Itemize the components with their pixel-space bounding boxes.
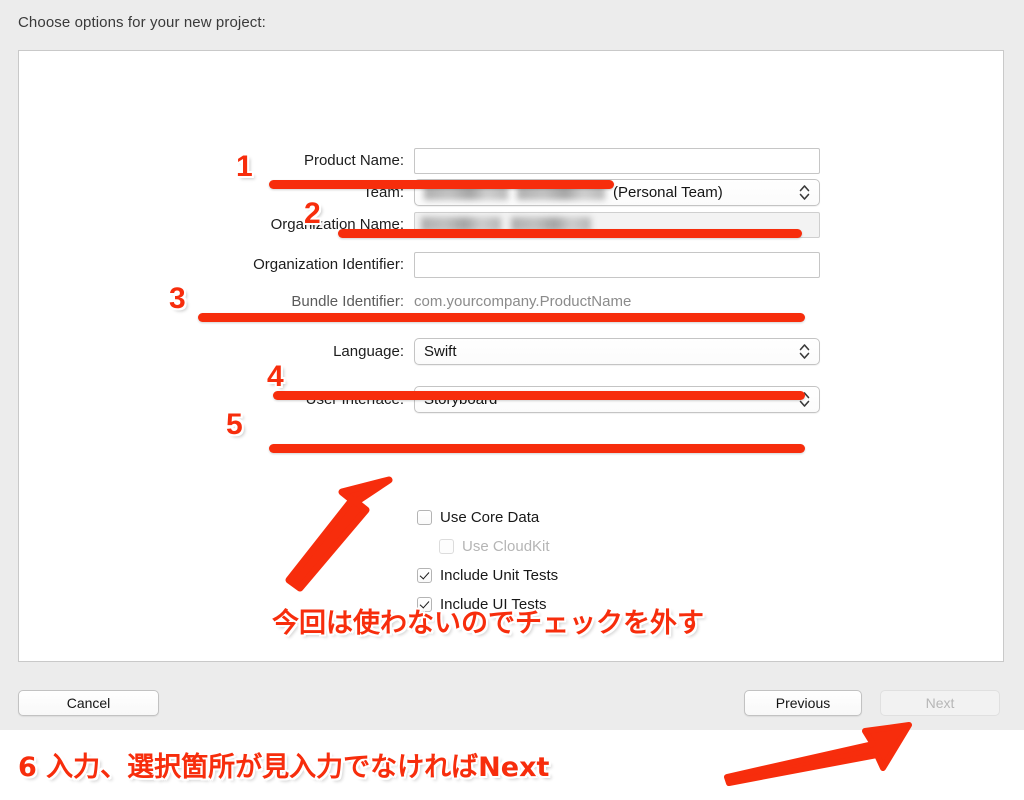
field-row-product-name: Product Name: xyxy=(19,145,1003,176)
language-value: Swift xyxy=(424,343,457,360)
product-name-input[interactable] xyxy=(414,147,820,174)
checkbox-label-include-ui-tests: Include UI Tests xyxy=(440,596,547,613)
user-interface-control: Storyboard xyxy=(414,386,820,413)
team-value-suffix: (Personal Team) xyxy=(613,184,723,201)
language-label: Language: xyxy=(333,343,404,360)
user-interface-popup-button[interactable]: Storyboard xyxy=(414,386,820,413)
field-row-organization-identifier: Organization Identifier: xyxy=(19,249,1003,280)
organization-name-label: Organization Name: xyxy=(270,216,404,233)
checkbox-use-core-data[interactable] xyxy=(417,510,432,525)
field-row-bundle-identifier: Bundle Identifier: com.yourcompany.Produ… xyxy=(19,286,1003,317)
user-interface-label: User Interface: xyxy=(305,391,404,408)
page-title: Choose options for your new project: xyxy=(18,14,266,31)
chevron-updown-icon xyxy=(799,387,810,412)
checkbox-row-use-core-data[interactable]: Use Core Data xyxy=(417,503,558,532)
organization-identifier-label: Organization Identifier: xyxy=(253,256,404,273)
organization-identifier-input[interactable] xyxy=(414,251,820,278)
product-name-control xyxy=(414,147,820,174)
product-name-label: Product Name: xyxy=(303,152,404,169)
chevron-updown-icon xyxy=(799,180,810,205)
bundle-identifier-control: com.yourcompany.ProductName xyxy=(414,289,631,315)
checkbox-row-include-unit-tests[interactable]: Include Unit Tests xyxy=(417,561,558,590)
team-popup-button[interactable]: (Personal Team) xyxy=(414,179,820,206)
user-interface-value: Storyboard xyxy=(424,391,498,408)
field-row-language: Language: Swift xyxy=(19,336,1003,367)
team-label: Team: xyxy=(363,184,404,201)
chevron-updown-icon xyxy=(799,339,810,364)
checkbox-include-ui-tests[interactable] xyxy=(417,597,432,612)
next-button: Next xyxy=(880,690,1000,716)
organization-redacted-second xyxy=(511,217,591,232)
organization-name-control xyxy=(414,211,820,238)
checkbox-use-cloudkit xyxy=(439,539,454,554)
checkbox-label-use-cloudkit: Use CloudKit xyxy=(462,538,550,555)
language-control: Swift xyxy=(414,338,820,365)
checkbox-row-include-ui-tests[interactable]: Include UI Tests xyxy=(417,590,558,619)
checkbox-label-use-core-data: Use Core Data xyxy=(440,509,540,526)
checkbox-label-include-unit-tests: Include Unit Tests xyxy=(440,567,559,584)
checkbox-include-unit-tests[interactable] xyxy=(417,568,432,583)
field-row-team: Team: (Personal Team) xyxy=(19,177,1003,208)
field-row-user-interface: User Interface: Storyboard xyxy=(19,384,1003,415)
previous-button[interactable]: Previous xyxy=(744,690,862,716)
organization-redacted-first xyxy=(421,217,501,232)
team-redacted-first-name xyxy=(424,185,508,200)
options-panel: Product Name: Team: (Personal Team) Orga… xyxy=(18,50,1004,662)
bundle-identifier-value: com.yourcompany.ProductName xyxy=(414,292,632,310)
cancel-button[interactable]: Cancel xyxy=(18,690,159,716)
team-redacted-last-name xyxy=(517,185,605,200)
options-checkbox-group: Use Core Data Use CloudKit Include Unit … xyxy=(417,503,558,619)
field-row-organization-name: Organization Name: xyxy=(19,209,1003,240)
language-popup-button[interactable]: Swift xyxy=(414,338,820,365)
checkbox-row-use-cloudkit: Use CloudKit xyxy=(417,532,558,561)
organization-identifier-control xyxy=(414,251,820,278)
bundle-identifier-label: Bundle Identifier: xyxy=(291,293,404,310)
new-project-options-sheet: Choose options for your new project: Pro… xyxy=(0,0,1024,730)
options-form: Product Name: Team: (Personal Team) Orga… xyxy=(19,145,1003,416)
arrow-to-next-button xyxy=(723,722,915,786)
note-press-next: 6 入力、選択箇所が見入力でなければNext xyxy=(18,752,550,783)
team-control: (Personal Team) xyxy=(414,179,820,206)
organization-name-input[interactable] xyxy=(414,211,820,238)
